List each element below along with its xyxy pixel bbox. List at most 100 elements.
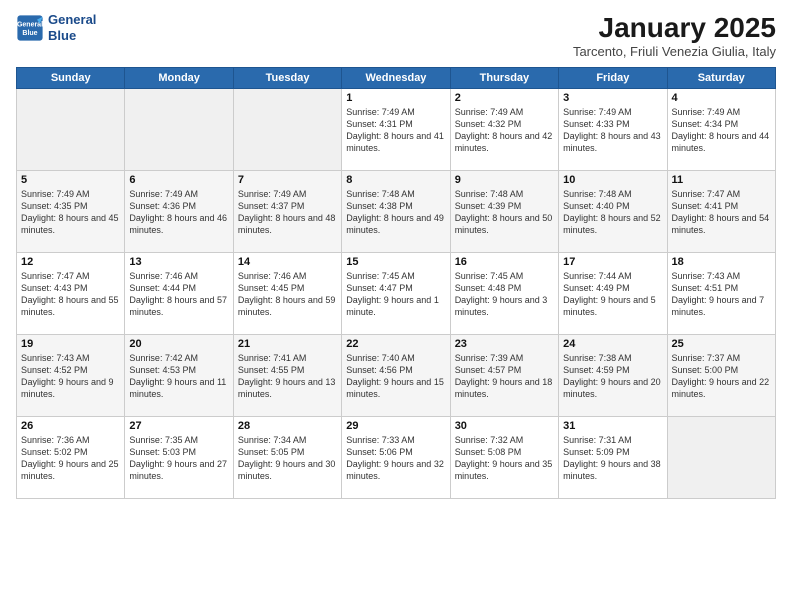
cal-cell: 16Sunrise: 7:45 AM Sunset: 4:48 PM Dayli… bbox=[450, 253, 558, 335]
header: General Blue General Blue January 2025 T… bbox=[16, 12, 776, 59]
day-number: 24 bbox=[563, 338, 662, 350]
day-number: 11 bbox=[672, 174, 771, 186]
cal-cell: 31 Sunrise: 7:31 AM Sunset: 5:09 PM Dayli… bbox=[559, 417, 667, 499]
cell-text: Sunrise: 7:48 AM Sunset: 4:38 PM Dayligh… bbox=[346, 188, 445, 237]
cal-cell: 24 Sunrise: 7:38 AM Sunset: 4:59 PM Dayli… bbox=[559, 335, 667, 417]
cell-text: Sunrise: 7:42 AM Sunset: 4:53 PM Dayligh… bbox=[129, 352, 228, 401]
cell-text: Sunrise: 7:44 AM Sunset: 4:49 PM Dayligh… bbox=[563, 270, 662, 319]
cal-cell: 2 Sunrise: 7:49 AM Sunset: 4:32 PM Daylig… bbox=[450, 89, 558, 171]
cal-cell: 8 Sunrise: 7:48 AM Sunset: 4:38 PM Daylig… bbox=[342, 171, 450, 253]
cal-cell: 18 Sunrise: 7:43 AM Sunset: 4:51 PM Dayli… bbox=[667, 253, 775, 335]
title-block: January 2025 Tarcento, Friuli Venezia Gi… bbox=[573, 12, 776, 59]
cal-cell: 26 Sunrise: 7:36 AM Sunset: 5:02 PM Dayli… bbox=[17, 417, 125, 499]
cal-cell: 30 Sunrise: 7:32 AM Sunset: 5:08 PM Dayli… bbox=[450, 417, 558, 499]
day-number: 14 bbox=[238, 256, 337, 268]
day-number: 12 bbox=[21, 256, 120, 268]
day-number: 13 bbox=[129, 256, 228, 268]
cell-text: Sunrise: 7:45 AM Sunset: 4:48 PM Dayligh… bbox=[455, 270, 554, 319]
day-number: 21 bbox=[238, 338, 337, 350]
cal-cell: 15 Sunrise: 7:45 AM Sunset: 4:47 PM Dayli… bbox=[342, 253, 450, 335]
day-number: 27 bbox=[129, 420, 228, 432]
day-header-wednesday: Wednesday bbox=[342, 68, 450, 89]
cell-text: Sunrise: 7:49 AM Sunset: 4:35 PM Dayligh… bbox=[21, 188, 120, 237]
logo-icon: General Blue bbox=[16, 14, 44, 42]
cal-cell: 7 Sunrise: 7:49 AM Sunset: 4:37 PM Daylig… bbox=[233, 171, 341, 253]
day-number: 18 bbox=[672, 256, 771, 268]
day-header-tuesday: Tuesday bbox=[233, 68, 341, 89]
day-header-thursday: Thursday bbox=[450, 68, 558, 89]
cal-cell bbox=[125, 89, 233, 171]
cal-cell: 23Sunrise: 7:39 AM Sunset: 4:57 PM Dayli… bbox=[450, 335, 558, 417]
day-header-monday: Monday bbox=[125, 68, 233, 89]
day-header-saturday: Saturday bbox=[667, 68, 775, 89]
cell-text: Sunrise: 7:46 AM Sunset: 4:44 PM Dayligh… bbox=[129, 270, 228, 319]
cal-cell bbox=[233, 89, 341, 171]
cal-cell: 10Sunrise: 7:48 AM Sunset: 4:40 PM Dayli… bbox=[559, 171, 667, 253]
week-row-4: 19Sunrise: 7:43 AM Sunset: 4:52 PM Dayli… bbox=[17, 335, 776, 417]
day-number: 4 bbox=[672, 92, 771, 104]
day-number: 5 bbox=[21, 174, 120, 186]
cal-cell bbox=[667, 417, 775, 499]
cell-text: Sunrise: 7:45 AM Sunset: 4:47 PM Dayligh… bbox=[346, 270, 445, 319]
cal-cell: 14Sunrise: 7:46 AM Sunset: 4:45 PM Dayli… bbox=[233, 253, 341, 335]
cal-cell: 21 Sunrise: 7:41 AM Sunset: 4:55 PM Dayli… bbox=[233, 335, 341, 417]
day-number: 22 bbox=[346, 338, 445, 350]
cell-text: Sunrise: 7:49 AM Sunset: 4:37 PM Dayligh… bbox=[238, 188, 337, 237]
day-number: 29 bbox=[346, 420, 445, 432]
cal-cell: 9 Sunrise: 7:48 AM Sunset: 4:39 PM Daylig… bbox=[450, 171, 558, 253]
cal-cell: 12 Sunrise: 7:47 AM Sunset: 4:43 PM Dayli… bbox=[17, 253, 125, 335]
cell-text: Sunrise: 7:47 AM Sunset: 4:41 PM Dayligh… bbox=[672, 188, 771, 237]
cell-text: Sunrise: 7:49 AM Sunset: 4:36 PM Dayligh… bbox=[129, 188, 228, 237]
day-number: 25 bbox=[672, 338, 771, 350]
cal-cell: 22 Sunrise: 7:40 AM Sunset: 4:56 PM Dayli… bbox=[342, 335, 450, 417]
cell-text: Sunrise: 7:36 AM Sunset: 5:02 PM Dayligh… bbox=[21, 434, 120, 483]
cal-cell: 20Sunrise: 7:42 AM Sunset: 4:53 PM Dayli… bbox=[125, 335, 233, 417]
day-number: 8 bbox=[346, 174, 445, 186]
week-row-1: 1Sunrise: 7:49 AM Sunset: 4:31 PM Daylig… bbox=[17, 89, 776, 171]
cal-cell: 17Sunrise: 7:44 AM Sunset: 4:49 PM Dayli… bbox=[559, 253, 667, 335]
logo-text-line1: General bbox=[48, 12, 96, 28]
cal-cell: 11 Sunrise: 7:47 AM Sunset: 4:41 PM Dayli… bbox=[667, 171, 775, 253]
cell-text: Sunrise: 7:38 AM Sunset: 4:59 PM Dayligh… bbox=[563, 352, 662, 401]
cell-text: Sunrise: 7:49 AM Sunset: 4:33 PM Dayligh… bbox=[563, 106, 662, 155]
day-number: 2 bbox=[455, 92, 554, 104]
cal-cell: 28 Sunrise: 7:34 AM Sunset: 5:05 PM Dayli… bbox=[233, 417, 341, 499]
cell-text: Sunrise: 7:43 AM Sunset: 4:51 PM Dayligh… bbox=[672, 270, 771, 319]
logo-text-line2: Blue bbox=[48, 28, 96, 44]
day-number: 9 bbox=[455, 174, 554, 186]
day-number: 7 bbox=[238, 174, 337, 186]
day-number: 3 bbox=[563, 92, 662, 104]
logo: General Blue General Blue bbox=[16, 12, 96, 43]
days-header-row: SundayMondayTuesdayWednesdayThursdayFrid… bbox=[17, 68, 776, 89]
week-row-3: 12 Sunrise: 7:47 AM Sunset: 4:43 PM Dayli… bbox=[17, 253, 776, 335]
cell-text: Sunrise: 7:49 AM Sunset: 4:31 PM Dayligh… bbox=[346, 106, 445, 155]
cell-text: Sunrise: 7:47 AM Sunset: 4:43 PM Dayligh… bbox=[21, 270, 120, 319]
day-header-friday: Friday bbox=[559, 68, 667, 89]
week-row-2: 5 Sunrise: 7:49 AM Sunset: 4:35 PM Daylig… bbox=[17, 171, 776, 253]
cell-text: Sunrise: 7:48 AM Sunset: 4:39 PM Dayligh… bbox=[455, 188, 554, 237]
day-header-sunday: Sunday bbox=[17, 68, 125, 89]
day-number: 31 bbox=[563, 420, 662, 432]
cal-cell bbox=[17, 89, 125, 171]
day-number: 28 bbox=[238, 420, 337, 432]
cal-cell: 6Sunrise: 7:49 AM Sunset: 4:36 PM Daylig… bbox=[125, 171, 233, 253]
cell-text: Sunrise: 7:34 AM Sunset: 5:05 PM Dayligh… bbox=[238, 434, 337, 483]
cal-cell: 27 Sunrise: 7:35 AM Sunset: 5:03 PM Dayli… bbox=[125, 417, 233, 499]
cell-text: Sunrise: 7:41 AM Sunset: 4:55 PM Dayligh… bbox=[238, 352, 337, 401]
cal-cell: 1Sunrise: 7:49 AM Sunset: 4:31 PM Daylig… bbox=[342, 89, 450, 171]
cell-text: Sunrise: 7:40 AM Sunset: 4:56 PM Dayligh… bbox=[346, 352, 445, 401]
cal-cell: 29Sunrise: 7:33 AM Sunset: 5:06 PM Dayli… bbox=[342, 417, 450, 499]
cell-text: Sunrise: 7:31 AM Sunset: 5:09 PM Dayligh… bbox=[563, 434, 662, 483]
cal-cell: 25Sunrise: 7:37 AM Sunset: 5:00 PM Dayli… bbox=[667, 335, 775, 417]
calendar-page: General Blue General Blue January 2025 T… bbox=[0, 0, 792, 612]
cell-text: Sunrise: 7:35 AM Sunset: 5:03 PM Dayligh… bbox=[129, 434, 228, 483]
day-number: 19 bbox=[21, 338, 120, 350]
day-number: 26 bbox=[21, 420, 120, 432]
svg-text:Blue: Blue bbox=[22, 30, 37, 37]
day-number: 15 bbox=[346, 256, 445, 268]
cell-text: Sunrise: 7:49 AM Sunset: 4:32 PM Dayligh… bbox=[455, 106, 554, 155]
day-number: 30 bbox=[455, 420, 554, 432]
cal-cell: 13 Sunrise: 7:46 AM Sunset: 4:44 PM Dayli… bbox=[125, 253, 233, 335]
cal-cell: 5 Sunrise: 7:49 AM Sunset: 4:35 PM Daylig… bbox=[17, 171, 125, 253]
cell-text: Sunrise: 7:32 AM Sunset: 5:08 PM Dayligh… bbox=[455, 434, 554, 483]
